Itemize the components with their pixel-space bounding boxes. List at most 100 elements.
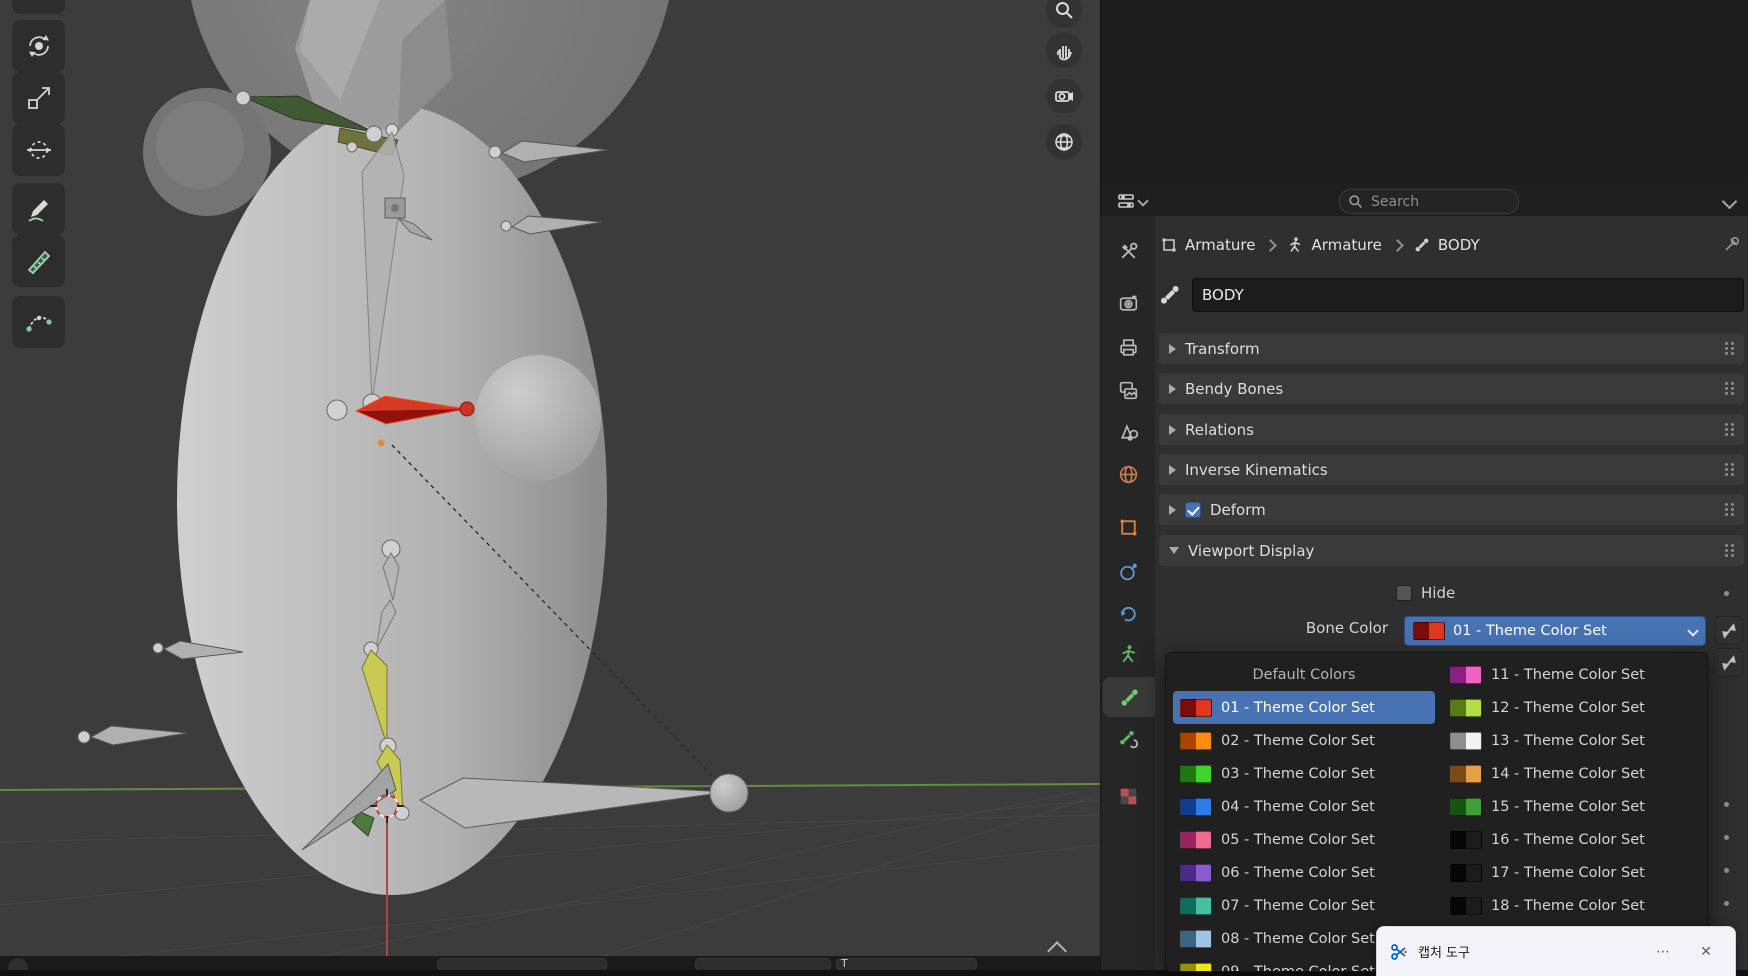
tool-scale-button[interactable] [12, 72, 65, 124]
color-swatch [1450, 698, 1482, 717]
tab-bone-constraints[interactable] [1103, 718, 1153, 758]
tool-rotate-button[interactable] [12, 20, 65, 72]
chevron-down-icon [1169, 547, 1179, 554]
chevron-right-icon [1169, 343, 1176, 354]
deform-checkbox[interactable] [1185, 501, 1201, 518]
bone-root-ball [709, 773, 749, 813]
tool-measure-button[interactable] [12, 235, 65, 287]
panel-label: Viewport Display [1188, 541, 1315, 560]
animate-dot[interactable] [1724, 835, 1729, 840]
tool-transform-button[interactable] [12, 124, 65, 176]
decorator-button[interactable] [1714, 616, 1743, 645]
color-swatch [1450, 665, 1482, 684]
tab-world[interactable] [1103, 454, 1153, 494]
decorator-button[interactable] [1714, 648, 1743, 677]
hide-checkbox[interactable] [1396, 585, 1412, 601]
bone-color-dropdown-button[interactable]: 01 - Theme Color Set [1404, 616, 1706, 646]
tab-view-layer[interactable] [1103, 370, 1153, 410]
search-input[interactable] [1369, 192, 1503, 211]
dropdown-left-column: Default Colors 01 - Theme Color Set 02 -… [1173, 658, 1435, 971]
editor-type-button[interactable] [1108, 188, 1154, 213]
toast-close-button[interactable]: ✕ [1689, 944, 1723, 960]
drag-handle-icon[interactable] [1725, 381, 1734, 396]
dropdown-item-14[interactable]: 14 - Theme Color Set [1443, 757, 1705, 790]
animate-dot[interactable] [1724, 591, 1729, 596]
bone-name-field[interactable] [1192, 278, 1744, 312]
breadcrumb-object[interactable]: Armature [1160, 236, 1255, 254]
tab-physics[interactable] [1103, 551, 1153, 591]
dropdown-item-01[interactable]: 01 - Theme Color Set [1173, 691, 1435, 724]
color-swatch [1180, 764, 1212, 783]
breadcrumb-armature-data[interactable]: Armature [1286, 236, 1382, 254]
bone-icon [1161, 286, 1179, 304]
dropdown-item-05[interactable]: 05 - Theme Color Set [1173, 823, 1435, 856]
panel-deform[interactable]: Deform [1159, 494, 1744, 525]
keyframe-dot [377, 439, 385, 447]
tool-select-button[interactable] [12, 0, 65, 14]
header-menu-button[interactable] [1716, 190, 1742, 212]
dropdown-item-17[interactable]: 17 - Theme Color Set [1443, 856, 1705, 889]
snipping-toast[interactable]: 캡처 도구 ⋯ ✕ [1376, 926, 1736, 976]
drag-handle-icon[interactable] [1725, 462, 1734, 477]
color-swatch [1450, 764, 1482, 783]
animate-dot[interactable] [1724, 901, 1729, 906]
timeline-field[interactable] [695, 958, 831, 970]
drag-handle-icon[interactable] [1725, 543, 1734, 558]
drag-handle-icon[interactable] [1725, 341, 1734, 356]
dropdown-item-15[interactable]: 15 - Theme Color Set [1443, 790, 1705, 823]
chevron-right-icon [1169, 504, 1176, 515]
dropdown-item-02[interactable]: 02 - Theme Color Set [1173, 724, 1435, 757]
tab-render[interactable] [1103, 283, 1153, 323]
3d-viewport[interactable]: T [0, 0, 1100, 970]
tab-bone[interactable] [1103, 677, 1155, 717]
magnifier-icon [1056, 2, 1073, 19]
panel-relations[interactable]: Relations [1159, 414, 1744, 445]
tab-armature-data[interactable] [1103, 634, 1153, 674]
dropdown-item-11[interactable]: 11 - Theme Color Set [1443, 658, 1705, 691]
bone-color-dropdown-menu: Default Colors 01 - Theme Color Set 02 -… [1165, 652, 1708, 972]
tool-curve-pen-button[interactable] [12, 296, 65, 348]
drag-handle-icon[interactable] [1725, 422, 1734, 437]
panel-viewport-display[interactable]: Viewport Display [1159, 535, 1744, 566]
camera-gizmo-button[interactable] [1046, 78, 1082, 114]
dropdown-item-18[interactable]: 18 - Theme Color Set [1443, 889, 1705, 922]
viewport-canvas[interactable] [0, 0, 1100, 970]
search-icon [1349, 195, 1362, 208]
bone-icon [1121, 689, 1138, 706]
toast-more-button[interactable]: ⋯ [1646, 944, 1680, 960]
dropdown-item-03[interactable]: 03 - Theme Color Set [1173, 757, 1435, 790]
pin-toggle-button[interactable] [1722, 234, 1742, 254]
armature-data-icon [1121, 644, 1135, 662]
timeline-field[interactable] [437, 958, 607, 970]
tab-scene[interactable] [1103, 411, 1153, 451]
tab-output[interactable] [1103, 327, 1153, 367]
timeline-field[interactable]: T [836, 957, 977, 970]
tab-texture[interactable] [1103, 776, 1153, 816]
drag-handle-icon[interactable] [1725, 502, 1734, 517]
pan-gizmo-button[interactable] [1046, 32, 1082, 68]
tab-tool[interactable] [1103, 231, 1153, 271]
object-icon [1162, 238, 1176, 252]
dropdown-item-13[interactable]: 13 - Theme Color Set [1443, 724, 1705, 757]
panel-label: Bendy Bones [1185, 379, 1284, 398]
dropdown-item-16[interactable]: 16 - Theme Color Set [1443, 823, 1705, 856]
panel-inverse-kinematics[interactable]: Inverse Kinematics [1159, 454, 1744, 485]
search-box[interactable] [1339, 189, 1519, 214]
breadcrumb-bone[interactable]: BODY [1413, 236, 1480, 254]
color-swatch [1180, 731, 1212, 750]
animate-dot[interactable] [1724, 802, 1729, 807]
tab-object-constraints[interactable] [1103, 593, 1153, 633]
dropdown-item-04[interactable]: 04 - Theme Color Set [1173, 790, 1435, 823]
grid-gizmo-button[interactable] [1046, 124, 1082, 160]
camera-icon [1055, 91, 1073, 102]
animate-dot[interactable] [1724, 868, 1729, 873]
tab-object[interactable] [1103, 507, 1153, 547]
diagonal-arrows-icon [1721, 622, 1736, 639]
dropdown-item-06[interactable]: 06 - Theme Color Set [1173, 856, 1435, 889]
tool-annotate-button[interactable] [12, 183, 65, 235]
dropdown-item-12[interactable]: 12 - Theme Color Set [1443, 691, 1705, 724]
panel-transform[interactable]: Transform [1159, 333, 1744, 364]
panel-bendy-bones[interactable]: Bendy Bones [1159, 373, 1744, 404]
dropdown-item-07[interactable]: 07 - Theme Color Set [1173, 889, 1435, 922]
timeline-editor-icon[interactable] [8, 958, 28, 970]
